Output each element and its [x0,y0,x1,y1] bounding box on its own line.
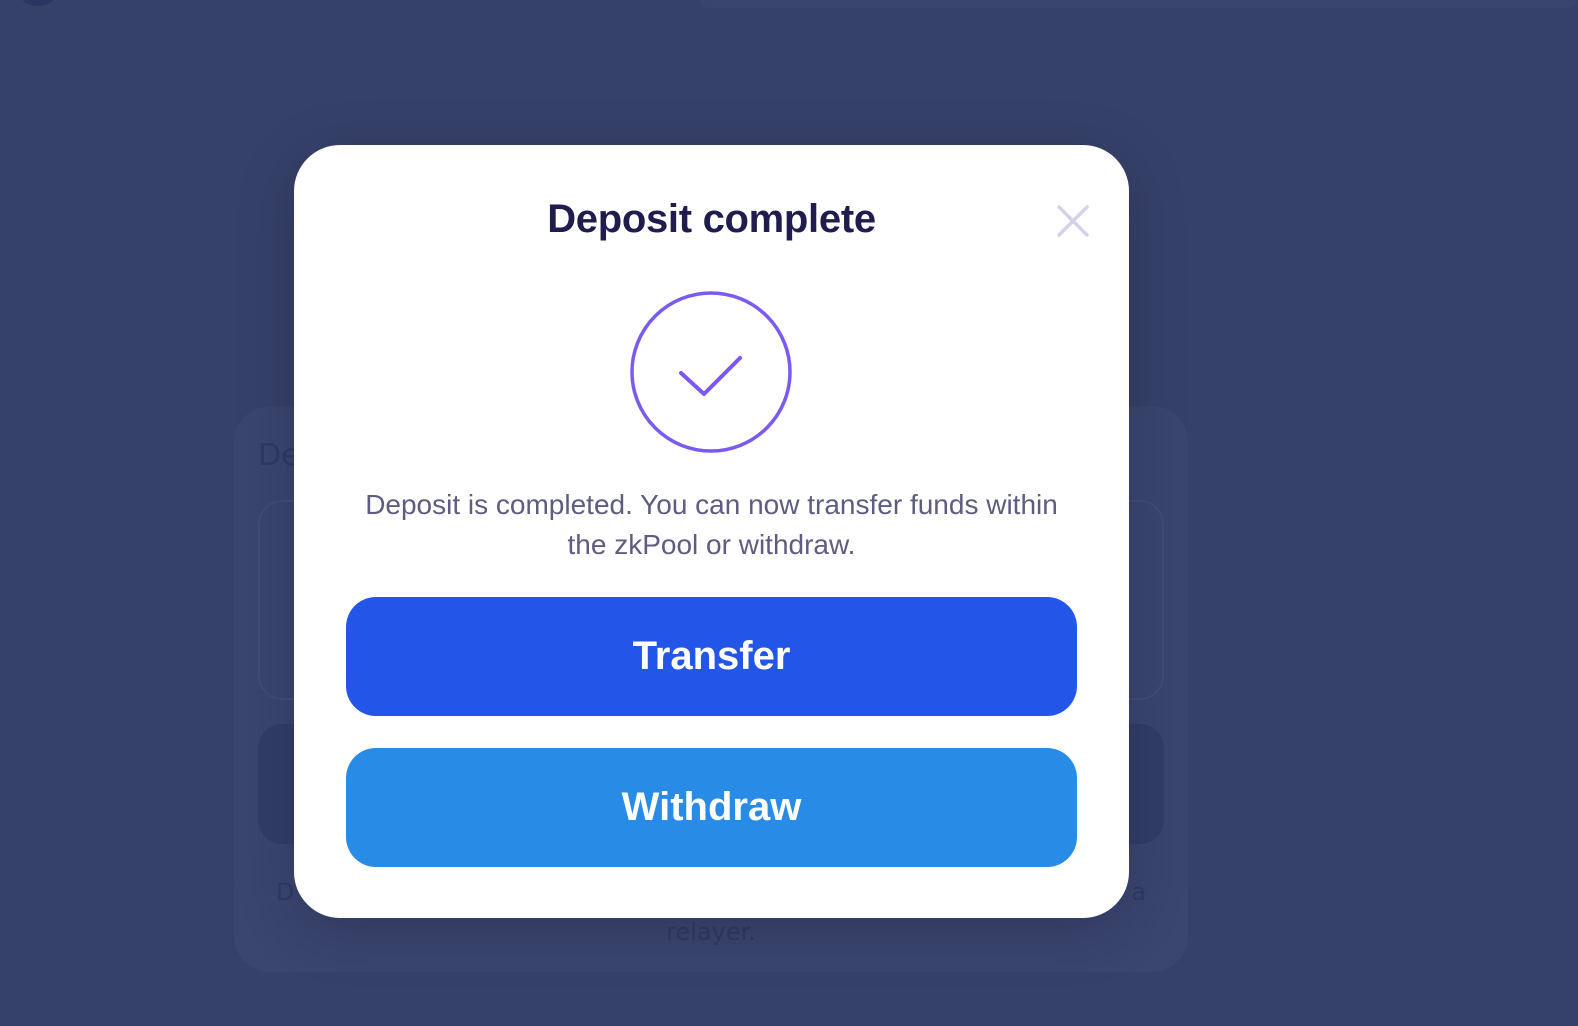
withdraw-button[interactable]: Withdraw [346,748,1077,867]
background-avatar [20,0,56,6]
modal-message: Deposit is completed. You can now transf… [344,485,1079,565]
close-button[interactable] [1051,199,1095,243]
check-circle-icon [629,290,793,454]
transfer-button[interactable]: Transfer [346,597,1077,716]
close-icon [1057,205,1089,237]
modal-title: Deposit complete [547,197,876,241]
background-note-second-line: relayer. [666,918,756,946]
background-header [700,0,1578,8]
background-note-left: D [276,878,295,906]
deposit-complete-modal: Deposit complete Deposit is completed. Y… [294,145,1129,918]
modal-message-line-1: Deposit is completed. You can now transf… [365,489,1058,520]
background-note-right: a [1131,878,1146,906]
modal-message-line-2: the zkPool or withdraw. [567,529,856,560]
